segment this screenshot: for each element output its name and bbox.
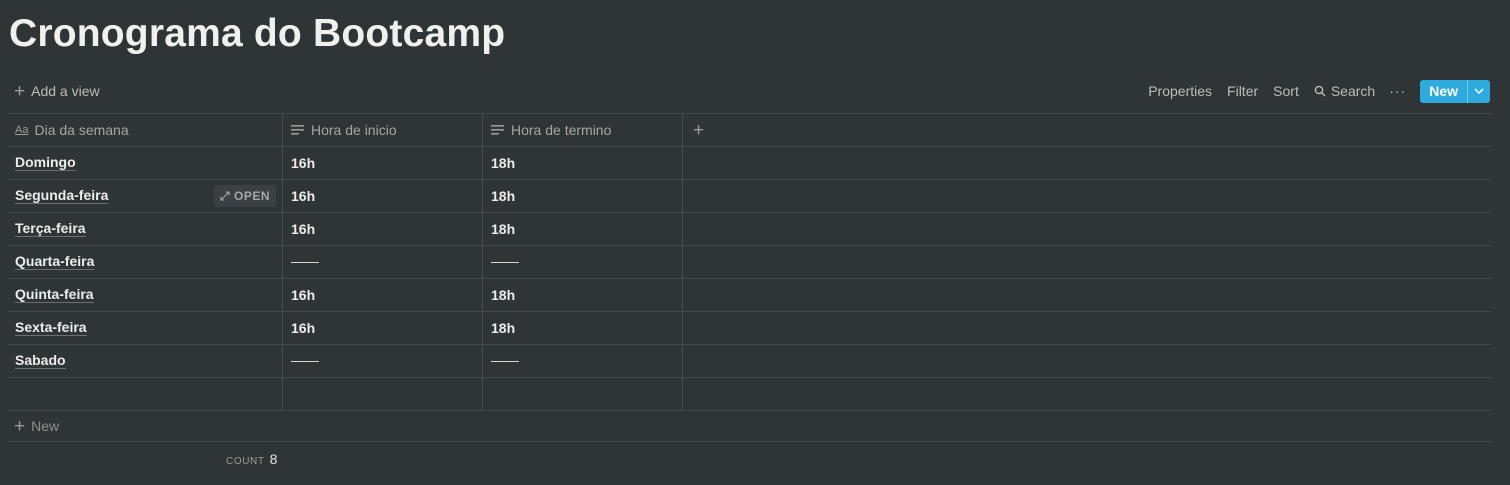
search-label: Search [1330,83,1376,99]
column-header-label: Hora de termino [511,122,612,138]
cell-termino[interactable] [483,378,683,410]
cell-empty [683,213,1490,245]
text-property-icon [291,124,305,136]
cell-termino[interactable]: 18h [483,279,683,311]
count-calculation[interactable]: COUNT 8 [226,451,277,467]
row-title[interactable]: Sabado [15,353,66,369]
sort-button[interactable]: Sort [1273,83,1299,99]
cell-dia[interactable]: Terça-feira [8,213,283,245]
empty-dash [491,360,519,362]
table-row[interactable]: Quarta-feira [8,246,1490,279]
title-property-icon: Aa [15,124,29,136]
row-title[interactable]: Segunda-feira [15,188,109,204]
table-row[interactable]: Sexta-feira 16h 18h [8,312,1490,345]
database-table: Aa Dia da semana Hora de inicio Hora de … [8,113,1490,411]
cell-empty [683,345,1490,377]
empty-dash [291,261,319,263]
row-title[interactable]: Quinta-feira [15,287,94,303]
more-options-icon[interactable]: ··· [1389,83,1406,99]
table-row[interactable]: Quinta-feira 16h 18h [8,279,1490,312]
cell-empty [683,312,1490,344]
table-row[interactable]: Sabado [8,345,1490,378]
cell-dia[interactable]: Sexta-feira [8,312,283,344]
cell-inicio[interactable]: 16h [283,213,483,245]
row-title[interactable]: Domingo [15,155,76,171]
add-view-button[interactable]: + Add a view [8,82,100,101]
cell-termino[interactable]: 18h [483,213,683,245]
cell-inicio[interactable]: 16h [283,180,483,212]
cell-dia[interactable]: Sabado [8,345,283,377]
cell-inicio[interactable]: 16h [283,312,483,344]
plus-icon: + [14,415,26,437]
cell-inicio[interactable]: 16h [283,147,483,179]
add-property-button[interactable]: + [683,114,1490,146]
open-label: OPEN [233,189,270,203]
cell-value: 18h [491,221,516,237]
new-button-label[interactable]: New [1420,80,1467,103]
empty-dash [491,261,519,263]
new-row-button[interactable]: + New [8,411,1490,442]
table-header-row: Aa Dia da semana Hora de inicio Hora de … [8,113,1490,147]
cell-termino[interactable] [483,345,683,377]
cell-value: 16h [291,287,316,303]
search-button[interactable]: Search [1314,83,1375,99]
row-title[interactable]: Sexta-feira [15,320,87,336]
new-row-label: New [31,418,60,434]
text-property-icon [491,124,505,136]
add-view-label: Add a view [31,83,100,99]
cell-inicio[interactable] [283,378,483,410]
cell-dia[interactable]: Domingo [8,147,283,179]
count-label: COUNT [226,456,265,467]
cell-value: 16h [291,188,316,204]
properties-button[interactable]: Properties [1148,83,1212,99]
expand-icon: ⤢ [219,188,230,203]
filter-button[interactable]: Filter [1227,83,1258,99]
cell-termino[interactable]: 18h [483,147,683,179]
cell-inicio[interactable] [283,345,483,377]
cell-value: 18h [491,155,516,171]
cell-dia[interactable]: Segunda-feira ⤢ OPEN [8,180,283,212]
column-header-hora-de-termino[interactable]: Hora de termino [483,114,683,146]
cell-termino[interactable] [483,246,683,278]
chevron-down-icon[interactable] [1467,79,1490,103]
plus-icon: + [14,80,26,102]
cell-empty [683,378,1490,410]
open-page-button[interactable]: ⤢ OPEN [213,185,276,207]
cell-inicio[interactable] [283,246,483,278]
search-icon [1314,85,1326,97]
new-record-button[interactable]: New [1420,79,1490,103]
cell-dia[interactable] [8,378,283,410]
page-title[interactable]: Cronograma do Bootcamp [9,8,505,60]
column-header-label: Dia da semana [34,122,129,138]
table-row[interactable]: Terça-feira 16h 18h [8,213,1490,246]
cell-empty [683,279,1490,311]
table-row-empty[interactable] [8,378,1490,411]
cell-value: 18h [491,320,516,336]
cell-termino[interactable]: 18h [483,180,683,212]
cell-value: 18h [491,287,516,303]
row-title[interactable]: Terça-feira [15,221,86,237]
cell-value: 16h [291,320,316,336]
toolbar-actions: Properties Filter Sort Search ··· New [1133,79,1490,103]
cell-empty [683,246,1490,278]
column-header-hora-de-inicio[interactable]: Hora de inicio [283,114,483,146]
cell-dia[interactable]: Quarta-feira [8,246,283,278]
column-header-label: Hora de inicio [311,122,397,138]
cell-empty [683,180,1490,212]
empty-dash [291,360,319,362]
plus-icon: + [693,119,705,141]
table-row[interactable]: Domingo 16h 18h [8,147,1490,180]
count-value: 8 [269,451,278,467]
database-toolbar: + Add a view Properties Filter Sort Sear… [8,77,1490,105]
cell-empty [683,147,1490,179]
cell-value: 16h [291,221,316,237]
cell-value: 18h [491,188,516,204]
cell-value: 16h [291,155,316,171]
cell-termino[interactable]: 18h [483,312,683,344]
table-row[interactable]: Segunda-feira ⤢ OPEN 16h 18h [8,180,1490,213]
column-header-dia-da-semana[interactable]: Aa Dia da semana [8,114,283,146]
row-title[interactable]: Quarta-feira [15,254,95,270]
cell-dia[interactable]: Quinta-feira [8,279,283,311]
cell-inicio[interactable]: 16h [283,279,483,311]
